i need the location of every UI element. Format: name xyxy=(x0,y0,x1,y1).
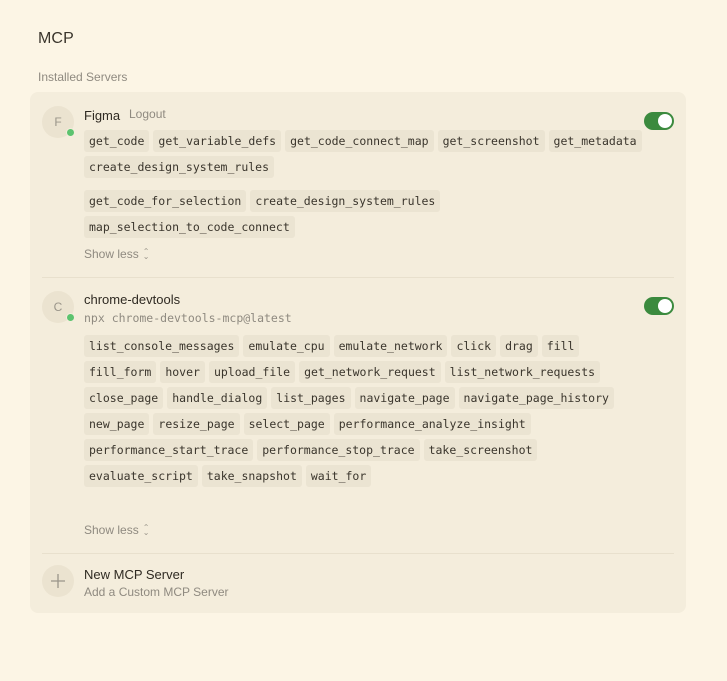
tool-chip: get_code_for_selection xyxy=(84,190,247,212)
plus-icon xyxy=(51,574,65,588)
tool-list: get_code_for_selection create_design_syst… xyxy=(84,190,644,238)
avatar: C xyxy=(42,291,75,323)
tool-list: list_console_messages emulate_cpu emulate_… xyxy=(84,335,644,487)
tool-chip: get_code xyxy=(84,130,150,152)
tool-chip: drag xyxy=(500,335,538,357)
server-enabled-toggle[interactable] xyxy=(644,112,674,130)
show-less-toggle[interactable]: Show less ⌃ ⌄ xyxy=(84,247,149,261)
tool-chip: fill_form xyxy=(84,361,157,383)
tool-chip: take_snapshot xyxy=(201,465,302,487)
show-less-toggle[interactable]: Show less ⌃ ⌄ xyxy=(84,523,149,537)
show-less-label: Show less xyxy=(84,247,139,261)
chevron-up-down-icon: ⌃ ⌄ xyxy=(142,522,150,537)
server-name: chrome-devtools xyxy=(84,292,181,307)
tool-chip: take_screenshot xyxy=(423,439,538,461)
tool-chip: list_console_messages xyxy=(84,335,240,357)
status-online-indicator xyxy=(66,128,75,137)
tool-chip: get_code_connect_map xyxy=(285,130,434,152)
new-server-subtitle: Add a Custom MCP Server xyxy=(84,585,229,599)
tool-chip: get_metadata xyxy=(548,130,642,152)
tool-chip: performance_start_trace xyxy=(84,439,254,461)
server-enabled-toggle[interactable] xyxy=(644,297,674,315)
avatar: F xyxy=(42,106,75,138)
tool-chip: navigate_page xyxy=(354,387,455,409)
tool-chip: select_page xyxy=(243,413,330,435)
servers-panel: F Figma Logout get_code get_variable_defs… xyxy=(30,92,686,613)
installed-servers-label: Installed Servers xyxy=(38,70,128,84)
new-server-title[interactable]: New MCP Server xyxy=(84,567,184,582)
tool-chip: handle_dialog xyxy=(167,387,268,409)
avatar-letter: C xyxy=(53,300,63,314)
divider xyxy=(42,553,674,554)
toggle-knob xyxy=(658,299,672,313)
tool-chip: list_pages xyxy=(271,387,351,409)
tool-chip: wait_for xyxy=(305,465,372,487)
chevron-up-down-icon: ⌃ ⌄ xyxy=(142,246,150,261)
tool-chip: performance_analyze_insight xyxy=(333,413,531,435)
tool-chip: get_variable_defs xyxy=(153,130,282,152)
tool-chip: list_network_requests xyxy=(444,361,601,383)
tool-chip: performance_stop_trace xyxy=(257,439,420,461)
tool-chip: close_page xyxy=(84,387,164,409)
tool-chip: create_design_system_rules xyxy=(250,190,441,212)
divider xyxy=(42,277,674,278)
tool-list: get_code get_variable_defs get_code_connec… xyxy=(84,130,644,178)
page-title: MCP xyxy=(38,30,74,47)
tool-chip: map_selection_to_code_connect xyxy=(84,216,295,238)
server-command: npx chrome-devtools-mcp@latest xyxy=(84,311,292,325)
tool-chip: create_design_system_rules xyxy=(84,156,275,178)
tool-chip: hover xyxy=(160,361,205,383)
tool-chip: upload_file xyxy=(208,361,296,383)
tool-chip: get_screenshot xyxy=(437,130,545,152)
tool-chip: new_page xyxy=(84,413,150,435)
add-server-button[interactable] xyxy=(42,565,74,597)
logout-button[interactable]: Logout xyxy=(129,107,166,121)
tool-chip: emulate_network xyxy=(333,335,448,357)
tool-chip: navigate_page_history xyxy=(458,387,614,409)
tool-chip: click xyxy=(451,335,497,357)
tool-chip: emulate_cpu xyxy=(243,335,330,357)
avatar-letter: F xyxy=(54,115,62,129)
tool-chip: fill xyxy=(541,335,580,357)
show-less-label: Show less xyxy=(84,523,139,537)
tool-chip: resize_page xyxy=(153,413,240,435)
tool-chip: evaluate_script xyxy=(84,465,198,487)
server-name: Figma xyxy=(84,108,121,123)
status-online-indicator xyxy=(66,313,75,322)
tool-chip: get_network_request xyxy=(299,361,441,383)
toggle-knob xyxy=(658,114,672,128)
